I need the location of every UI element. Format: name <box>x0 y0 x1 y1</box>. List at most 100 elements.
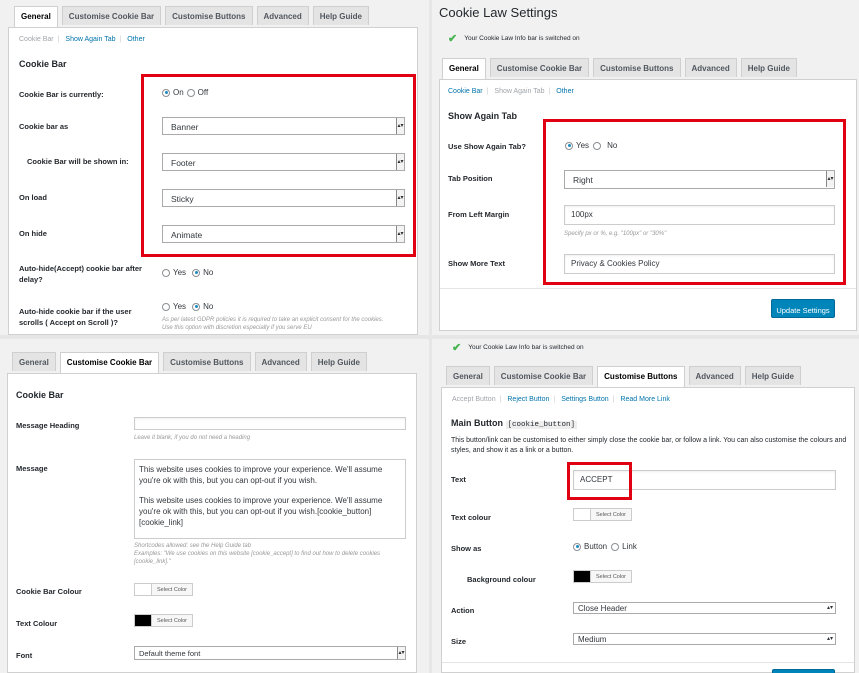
cookie-bar-status-label: Cookie Bar is currently: <box>19 90 104 99</box>
text-colour-picker[interactable]: Select Color <box>134 614 193 627</box>
tab-help-guide[interactable]: Help Guide <box>744 366 801 385</box>
autohide-scroll-radio: Yes No <box>162 302 213 311</box>
message-paragraph-1: This website uses cookies to improve you… <box>139 465 383 485</box>
message-heading-input[interactable] <box>134 417 406 430</box>
notice-text: Your Cookie Law Info bar is switched on <box>464 35 580 42</box>
message-paragraph-2: This website uses cookies to improve you… <box>139 496 383 527</box>
autohide-accept-label: Auto-hide(Accept) cookie bar after delay… <box>19 264 142 284</box>
checkmark-icon: ✔ <box>448 33 458 45</box>
status-notice: ✔ Your Cookie Law Info bar is switched on <box>452 341 584 354</box>
tab-general[interactable]: General <box>446 366 490 385</box>
status-notice: ✔ Your Cookie Law Info bar is switched on <box>448 32 580 45</box>
sublink-other[interactable]: Other <box>552 88 578 95</box>
no-label: No <box>203 268 214 277</box>
on-hide-label: On hide <box>19 229 47 238</box>
dropdown-arrow-icon: ▴▾ <box>826 605 833 611</box>
sub-navigation: Accept Button | Reject Button | Settings B… <box>448 396 674 403</box>
sublink-settings-button[interactable]: Settings Button <box>557 396 612 403</box>
select-color-label: Select Color <box>596 511 626 518</box>
size-select[interactable]: Medium ▴▾ <box>573 633 836 645</box>
update-settings-button[interactable]: Update Settings <box>771 299 835 318</box>
show-as-label: Show as <box>451 544 482 553</box>
message-label: Message <box>16 464 48 473</box>
tab-advanced[interactable]: Advanced <box>688 366 741 385</box>
yes-label: Yes <box>173 268 187 277</box>
checkmark-icon: ✔ <box>452 342 462 354</box>
message-heading-hint: Leave it blank, if you do not need a hea… <box>134 435 251 441</box>
section-description: This button/link can be customised to ei… <box>451 437 847 454</box>
tab-customise-buttons[interactable]: Customise Buttons <box>165 6 253 25</box>
sublink-cookie-bar[interactable]: Cookie Bar <box>15 36 58 43</box>
tab-advanced[interactable]: Advanced <box>684 58 737 77</box>
customise-cookie-bar-panel: General Customise Cookie Bar Customise B… <box>0 339 429 673</box>
tab-customise-buttons[interactable]: Customise Buttons <box>163 352 251 371</box>
settings-card: Cookie Bar Message Heading Leave it blan… <box>7 373 417 673</box>
highlight-box <box>543 119 846 285</box>
tab-help-guide[interactable]: Help Guide <box>310 352 367 371</box>
sublink-read-more-link[interactable]: Read More Link <box>616 396 673 403</box>
cookie-bar-colour-picker[interactable]: Select Color <box>134 583 193 596</box>
text-label: Text <box>451 475 466 484</box>
yes-radio[interactable] <box>162 302 170 311</box>
message-textarea[interactable]: This website uses cookies to improve you… <box>134 459 406 539</box>
tab-position-label: Tab Position <box>448 174 493 183</box>
section-heading: Cookie Bar <box>19 59 67 69</box>
font-select[interactable]: Default theme font ▴▾ <box>134 646 406 660</box>
highlight-box <box>141 74 416 257</box>
text-colour-picker[interactable]: Select Color <box>573 508 632 521</box>
tab-bar: General Customise Cookie Bar Customise B… <box>446 366 805 387</box>
tab-advanced[interactable]: Advanced <box>256 6 309 25</box>
background-colour-picker[interactable]: Select Color <box>573 570 632 583</box>
tab-general[interactable]: General <box>12 352 56 371</box>
action-label: Action <box>451 606 475 615</box>
tab-customise-cookie-bar[interactable]: Customise Cookie Bar <box>489 58 590 77</box>
sublink-cookie-bar[interactable]: Cookie Bar <box>444 88 487 95</box>
sublink-show-again-tab[interactable]: Show Again Tab <box>61 36 119 43</box>
use-show-again-label: Use Show Again Tab? <box>448 142 526 151</box>
select-color-label: Select Color <box>157 586 187 593</box>
tab-customise-cookie-bar[interactable]: Customise Cookie Bar <box>61 6 162 25</box>
tab-general[interactable]: General <box>442 58 486 79</box>
tab-help-guide[interactable]: Help Guide <box>312 6 369 25</box>
scroll-hint: As per latest GDPR policies it is requir… <box>162 317 384 331</box>
dropdown-arrow-icon: ▴▾ <box>826 636 833 642</box>
no-radio[interactable] <box>192 268 201 277</box>
show-as-radio: Button Link <box>573 542 637 551</box>
divider <box>442 662 854 663</box>
tab-customise-buttons[interactable]: Customise Buttons <box>597 366 685 387</box>
tab-help-guide[interactable]: Help Guide <box>740 58 797 77</box>
shown-in-label: Cookie Bar will be shown in: <box>27 157 129 166</box>
sublink-accept-button[interactable]: Accept Button <box>448 396 500 403</box>
button-radio[interactable] <box>573 542 581 551</box>
action-select[interactable]: Close Header ▴▾ <box>573 602 836 614</box>
divider <box>440 288 856 289</box>
heading-text: Main Button <box>451 418 503 428</box>
sublink-other[interactable]: Other <box>123 36 149 43</box>
general-cookie-bar-panel: General Customise Cookie Bar Customise B… <box>0 0 429 335</box>
update-settings-button[interactable] <box>772 669 835 673</box>
colour-swatch <box>135 615 152 626</box>
link-radio[interactable] <box>611 542 620 551</box>
yes-radio[interactable] <box>162 268 170 277</box>
sublink-show-again-tab[interactable]: Show Again Tab <box>490 88 548 95</box>
autohide-scroll-label: Auto-hide cookie bar if the user scrolls… <box>19 307 132 327</box>
sub-navigation: Cookie Bar | Show Again Tab | Other <box>444 88 578 95</box>
sub-navigation: Cookie Bar | Show Again Tab | Other <box>15 36 149 43</box>
tab-customise-cookie-bar[interactable]: Customise Cookie Bar <box>493 366 594 385</box>
show-more-text-label: Show More Text <box>448 259 505 268</box>
select-color-label: Select Color <box>157 617 187 624</box>
show-again-tab-panel: Cookie Law Settings ✔ Your Cookie Law Inf… <box>432 0 859 335</box>
no-radio[interactable] <box>192 302 201 311</box>
message-hint-shortcodes: Shortcodes allowed: see the Help Guide t… <box>134 543 252 549</box>
sublink-reject-button[interactable]: Reject Button <box>503 396 553 403</box>
message-hint-examples: Examples: "We use cookies on this websit… <box>134 551 381 565</box>
text-colour-label: Text Colour <box>16 619 58 628</box>
tab-advanced[interactable]: Advanced <box>254 352 307 371</box>
notice-text: Your Cookie Law Info bar is switched on <box>468 344 584 351</box>
tab-bar: General Customise Cookie Bar Customise B… <box>14 6 373 27</box>
tab-general[interactable]: General <box>14 6 58 27</box>
tab-customise-cookie-bar[interactable]: Customise Cookie Bar <box>59 352 160 373</box>
page-title: Cookie Law Settings <box>439 5 558 20</box>
size-value: Medium <box>578 635 607 644</box>
tab-customise-buttons[interactable]: Customise Buttons <box>593 58 681 77</box>
